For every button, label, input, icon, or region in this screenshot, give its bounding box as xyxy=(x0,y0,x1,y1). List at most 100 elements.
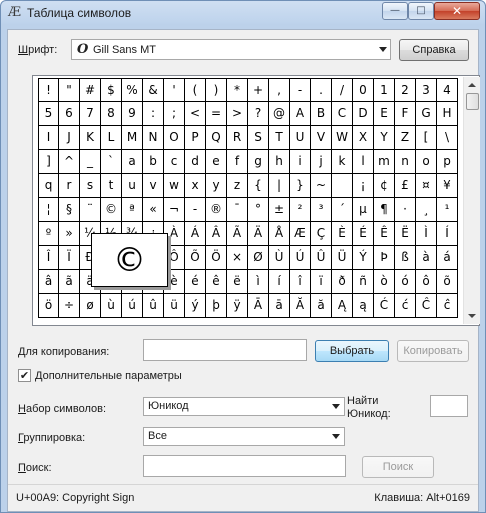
character-cell[interactable]: ¸ xyxy=(416,198,437,222)
character-cell[interactable]: : xyxy=(143,102,164,126)
character-cell[interactable]: G xyxy=(416,102,437,126)
character-cell[interactable]: 6 xyxy=(59,102,80,126)
character-cell[interactable]: Q xyxy=(206,126,227,150)
character-cell[interactable]: i xyxy=(290,150,311,174)
character-cell[interactable]: f xyxy=(227,150,248,174)
character-cell[interactable]: ° xyxy=(248,198,269,222)
character-cell[interactable]: á xyxy=(437,246,458,270)
character-cell[interactable]: @ xyxy=(269,102,290,126)
character-cell[interactable]: ® xyxy=(206,198,227,222)
character-cell[interactable]: ù xyxy=(101,294,122,318)
character-cell[interactable]: ó xyxy=(395,270,416,294)
character-cell[interactable]: É xyxy=(353,222,374,246)
character-cell[interactable]: î xyxy=(290,270,311,294)
character-cell[interactable]: Ë xyxy=(395,222,416,246)
grid-scrollbar[interactable] xyxy=(463,77,480,324)
character-cell[interactable]: v xyxy=(143,174,164,198)
character-cell[interactable]: « xyxy=(143,198,164,222)
character-cell[interactable]: ¨ xyxy=(80,198,101,222)
character-cell[interactable]: Ì xyxy=(416,222,437,246)
font-select[interactable]: O Gill Sans MT xyxy=(71,39,391,60)
character-cell[interactable]: Þ xyxy=(374,246,395,270)
character-cell[interactable]: ¢ xyxy=(374,174,395,198)
character-cell[interactable]: E xyxy=(374,102,395,126)
character-cell[interactable]: O xyxy=(164,126,185,150)
character-cell[interactable]: ³ xyxy=(311,198,332,222)
character-cell[interactable]: · xyxy=(395,198,416,222)
character-cell[interactable]: q xyxy=(38,174,59,198)
character-cell[interactable]: e xyxy=(206,150,227,174)
character-cell[interactable]: < xyxy=(185,102,206,126)
character-cell[interactable]: Ý xyxy=(353,246,374,270)
character-cell[interactable]: » xyxy=(59,222,80,246)
character-cell[interactable]: Ã xyxy=(227,222,248,246)
character-cell[interactable]: × xyxy=(227,246,248,270)
character-cell[interactable]: ì xyxy=(248,270,269,294)
character-cell[interactable]: { xyxy=(248,174,269,198)
character-cell[interactable]: ĉ xyxy=(437,294,458,318)
character-cell[interactable]: g xyxy=(248,150,269,174)
character-cell[interactable]: Ą xyxy=(332,294,353,318)
character-cell[interactable]: Í xyxy=(437,222,458,246)
character-cell[interactable]: 7 xyxy=(80,102,101,126)
help-button[interactable]: Справка xyxy=(399,39,469,61)
character-cell[interactable]: u xyxy=(122,174,143,198)
character-cell[interactable]: ë xyxy=(227,270,248,294)
character-cell[interactable]: N xyxy=(143,126,164,150)
copy-button[interactable]: Копировать xyxy=(397,340,469,362)
character-cell[interactable]: = xyxy=(206,102,227,126)
character-cell[interactable]: ú xyxy=(122,294,143,318)
character-cell[interactable]: o xyxy=(416,150,437,174)
character-cell[interactable]: Ú xyxy=(290,246,311,270)
character-cell[interactable]: 4 xyxy=(437,78,458,102)
character-cell[interactable]: K xyxy=(80,126,101,150)
character-cell[interactable]: ð xyxy=(332,270,353,294)
character-cell[interactable]: 3 xyxy=(416,78,437,102)
select-button[interactable]: Выбрать xyxy=(315,340,389,362)
character-cell[interactable]: § xyxy=(59,198,80,222)
character-cell[interactable]: a xyxy=(122,150,143,174)
character-cell[interactable]: Õ xyxy=(185,246,206,270)
character-cell[interactable]: ~ xyxy=(311,174,332,198)
character-cell[interactable]: $ xyxy=(101,78,122,102)
character-cell[interactable]: , xyxy=(269,78,290,102)
character-cell[interactable]: £ xyxy=(395,174,416,198)
character-cell[interactable]: d xyxy=(185,150,206,174)
character-cell[interactable]: ă xyxy=(311,294,332,318)
character-cell[interactable]: ā xyxy=(269,294,290,318)
character-cell[interactable] xyxy=(332,174,353,198)
character-cell[interactable]: } xyxy=(290,174,311,198)
character-cell[interactable]: & xyxy=(143,78,164,102)
character-cell[interactable]: " xyxy=(59,78,80,102)
character-cell[interactable]: ) xyxy=(206,78,227,102)
character-cell[interactable]: B xyxy=(311,102,332,126)
character-cell[interactable]: ² xyxy=(290,198,311,222)
character-cell[interactable]: z xyxy=(227,174,248,198)
character-cell[interactable]: ¶ xyxy=(374,198,395,222)
character-cell[interactable]: C xyxy=(332,102,353,126)
character-cell[interactable]: F xyxy=(395,102,416,126)
find-unicode-field[interactable] xyxy=(430,395,468,417)
character-cell[interactable]: ý xyxy=(185,294,206,318)
close-button[interactable]: ✕ xyxy=(434,2,480,20)
character-cell[interactable]: w xyxy=(164,174,185,198)
character-cell[interactable]: Z xyxy=(395,126,416,150)
character-cell[interactable]: Ă xyxy=(290,294,311,318)
character-cell[interactable]: © xyxy=(101,198,122,222)
search-input[interactable] xyxy=(143,455,346,477)
character-cell[interactable]: Æ xyxy=(290,222,311,246)
maximize-button[interactable]: □ xyxy=(408,2,434,20)
character-cell[interactable]: M xyxy=(122,126,143,150)
character-cell[interactable]: L xyxy=(101,126,122,150)
title-bar[interactable]: Æ Таблица символов — □ ✕ xyxy=(1,1,485,25)
character-cell[interactable]: ^ xyxy=(59,150,80,174)
character-cell[interactable]: 8 xyxy=(101,102,122,126)
character-cell[interactable]: ò xyxy=(374,270,395,294)
character-cell[interactable]: ć xyxy=(395,294,416,318)
grouping-select[interactable]: Все xyxy=(143,427,345,446)
character-cell[interactable]: % xyxy=(122,78,143,102)
character-cell[interactable]: Ï xyxy=(59,246,80,270)
character-cell[interactable]: n xyxy=(395,150,416,174)
character-cell[interactable]: y xyxy=(206,174,227,198)
character-cell[interactable]: ø xyxy=(80,294,101,318)
